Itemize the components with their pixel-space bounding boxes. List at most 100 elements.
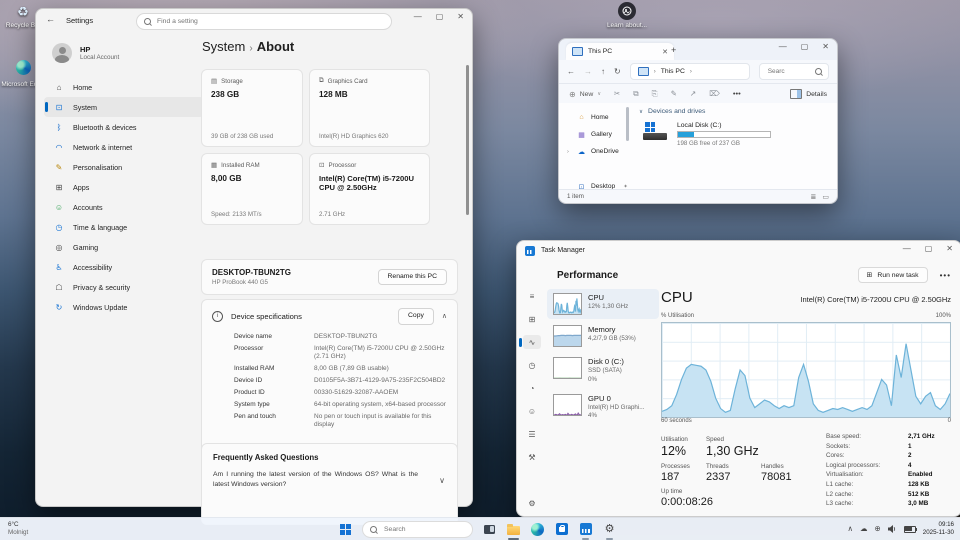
task-view-icon bbox=[484, 525, 495, 534]
details-icon[interactable]: ☰ bbox=[523, 427, 541, 441]
sidebar-item-network[interactable]: ◠Network & internet bbox=[44, 137, 204, 157]
startup-apps-icon[interactable]: ◔ bbox=[523, 381, 541, 395]
taskbar-edge[interactable] bbox=[530, 522, 545, 537]
users-icon[interactable]: ☺ bbox=[523, 404, 541, 418]
faq-panel[interactable]: Frequently Asked Questions Am I running … bbox=[201, 443, 458, 525]
rename-icon[interactable]: ✎ bbox=[671, 90, 677, 98]
settings-titlebar[interactable]: ← Settings — ▢ ✕ bbox=[36, 9, 472, 33]
taskbar-store[interactable] bbox=[554, 522, 569, 537]
task-view-button[interactable] bbox=[482, 522, 497, 537]
processes-icon[interactable]: ⊞ bbox=[523, 312, 541, 326]
close-icon[interactable]: ✕ bbox=[457, 13, 464, 21]
minimize-icon[interactable]: — bbox=[414, 13, 422, 21]
sidebar-item-bluetooth[interactable]: ᛒBluetooth & devices bbox=[44, 117, 204, 137]
battery-icon[interactable] bbox=[904, 526, 916, 533]
nav-item-onedrive[interactable]: ›☁OneDrive bbox=[567, 143, 629, 160]
nav-item-home[interactable]: ⌂Home bbox=[567, 109, 629, 126]
explorer-search[interactable] bbox=[759, 63, 829, 80]
perf-item-memory[interactable]: Memory4,2/7,9 GB (53%) bbox=[547, 321, 659, 351]
explorer-tab-this-pc[interactable]: This PC ✕ bbox=[566, 43, 674, 60]
weather-widget[interactable]: 6°C Molnigt bbox=[8, 521, 28, 536]
perf-item-disk0[interactable]: Disk 0 (C:)SSD (SATA)0% bbox=[547, 353, 659, 388]
explorer-tabstrip[interactable]: This PC ✕ + — ▢ ✕ bbox=[559, 39, 837, 60]
paste-icon[interactable]: ⎘ bbox=[652, 90, 658, 98]
app-history-icon[interactable]: ◷ bbox=[523, 358, 541, 372]
settings-search[interactable] bbox=[136, 13, 392, 30]
large-icons-view-icon[interactable]: ▭ bbox=[822, 193, 829, 201]
maximize-icon[interactable]: ▢ bbox=[801, 43, 809, 51]
storage-card[interactable]: ▤Storage 238 GB 39 GB of 238 GB used bbox=[201, 69, 303, 147]
taskbar-file-explorer[interactable] bbox=[506, 522, 521, 537]
volume-icon[interactable] bbox=[888, 520, 897, 538]
minimize-icon[interactable]: — bbox=[903, 245, 911, 253]
new-tab-icon[interactable]: + bbox=[671, 46, 676, 55]
hidden-icons-chevron[interactable]: ∧ bbox=[848, 525, 854, 533]
taskbar-clock[interactable]: 09:16 2025-11-30 bbox=[923, 521, 954, 537]
perf-item-gpu0[interactable]: GPU 0Intel(R) HD Graphi...4% bbox=[547, 390, 659, 425]
more-menu-icon[interactable]: ••• bbox=[940, 271, 951, 280]
sidebar-item-system[interactable]: ⊡System bbox=[44, 97, 204, 117]
forward-icon[interactable]: → bbox=[584, 67, 592, 76]
sidebar-item-personalisation[interactable]: ✎Personalisation bbox=[44, 157, 204, 177]
sidebar-item-apps[interactable]: ⊞Apps bbox=[44, 177, 204, 197]
copy-icon[interactable]: ⧉ bbox=[633, 90, 638, 98]
refresh-icon[interactable]: ↻ bbox=[614, 67, 621, 76]
minimize-icon[interactable]: — bbox=[779, 43, 787, 51]
nav-scrollbar[interactable] bbox=[626, 107, 629, 141]
copy-button[interactable]: Copy bbox=[398, 308, 434, 325]
address-breadcrumb[interactable]: › This PC › bbox=[630, 63, 750, 80]
section-devices-and-drives[interactable]: ∨ Devices and drives bbox=[639, 108, 829, 115]
sidebar-item-windows-update[interactable]: ↻Windows Update bbox=[44, 297, 204, 317]
rename-pc-button[interactable]: Rename this PC bbox=[378, 269, 448, 286]
up-icon[interactable]: ↑ bbox=[601, 67, 605, 76]
start-button[interactable] bbox=[338, 522, 353, 537]
perf-item-cpu[interactable]: CPU12% 1,30 GHz bbox=[547, 289, 659, 319]
new-button[interactable]: ⊕New∨ bbox=[569, 90, 601, 99]
taskmanager-titlebar[interactable]: Task Manager — ▢ ✕ bbox=[517, 241, 960, 261]
drive-item-local-disk-c[interactable]: Local Disk (C:) 198 GB free of 237 GB bbox=[643, 122, 829, 147]
delete-icon[interactable]: ⌦ bbox=[709, 90, 720, 98]
breadcrumb-parent[interactable]: System bbox=[202, 39, 245, 54]
back-icon[interactable]: ← bbox=[567, 67, 575, 76]
network-icon[interactable]: ⊕ bbox=[875, 525, 881, 533]
back-icon[interactable]: ← bbox=[46, 14, 55, 24]
cloud-icon[interactable]: ☁ bbox=[860, 525, 868, 533]
collapse-icon[interactable]: ∧ bbox=[442, 312, 447, 320]
maximize-icon[interactable]: ▢ bbox=[436, 13, 444, 21]
taskbar-search-input[interactable] bbox=[382, 525, 465, 534]
cut-icon[interactable]: ✂ bbox=[614, 90, 620, 98]
settings-gear-icon[interactable]: ⚙ bbox=[523, 496, 541, 510]
taskbar-search[interactable] bbox=[362, 521, 473, 538]
sidebar-item-accounts[interactable]: ☺Accounts bbox=[44, 197, 204, 217]
graphics-card[interactable]: ⧉Graphics Card 128 MB Intel(R) HD Graphi… bbox=[309, 69, 430, 147]
sidebar-item-accessibility[interactable]: ♿Accessibility bbox=[44, 257, 204, 277]
performance-icon[interactable]: ∿ bbox=[523, 335, 541, 349]
details-toggle[interactable]: Details bbox=[790, 89, 827, 99]
desktop-icon-learn-about[interactable]: Learn about... bbox=[605, 2, 649, 29]
services-icon[interactable]: ⚒ bbox=[523, 450, 541, 464]
taskbar-settings[interactable]: ⚙ bbox=[602, 522, 617, 537]
maximize-icon[interactable]: ▢ bbox=[925, 245, 933, 253]
list-view-icon[interactable]: ≣ bbox=[811, 193, 817, 201]
sidebar-item-home[interactable]: ⌂Home bbox=[44, 77, 204, 97]
more-icon[interactable]: ••• bbox=[733, 90, 741, 98]
ram-card[interactable]: ▦Installed RAM 8,00 GB Speed: 2133 MT/s bbox=[201, 153, 303, 225]
settings-search-input[interactable] bbox=[155, 17, 384, 26]
explorer-search-input[interactable] bbox=[766, 67, 811, 76]
account-row[interactable]: HP Local Account bbox=[52, 43, 204, 63]
settings-scrollbar[interactable] bbox=[466, 65, 469, 215]
expand-icon[interactable]: ∨ bbox=[439, 476, 445, 485]
close-icon[interactable]: ✕ bbox=[822, 43, 829, 51]
run-new-task-button[interactable]: ⊞Run new task bbox=[858, 267, 928, 283]
expander-icon[interactable]: › bbox=[567, 149, 572, 155]
close-icon[interactable]: ✕ bbox=[946, 245, 953, 253]
tab-close-icon[interactable]: ✕ bbox=[662, 48, 668, 56]
nav-item-gallery[interactable]: ▦Gallery bbox=[567, 126, 629, 143]
sidebar-item-time-language[interactable]: ◷Time & language bbox=[44, 217, 204, 237]
menu-icon[interactable]: ≡ bbox=[523, 289, 541, 303]
sidebar-item-privacy[interactable]: ☖Privacy & security bbox=[44, 277, 204, 297]
share-icon[interactable]: ↗ bbox=[690, 90, 696, 98]
taskbar-task-manager[interactable] bbox=[578, 522, 593, 537]
processor-card[interactable]: ⊡Processor Intel(R) Core(TM) i5-7200U CP… bbox=[309, 153, 430, 225]
sidebar-item-gaming[interactable]: ◎Gaming bbox=[44, 237, 204, 257]
